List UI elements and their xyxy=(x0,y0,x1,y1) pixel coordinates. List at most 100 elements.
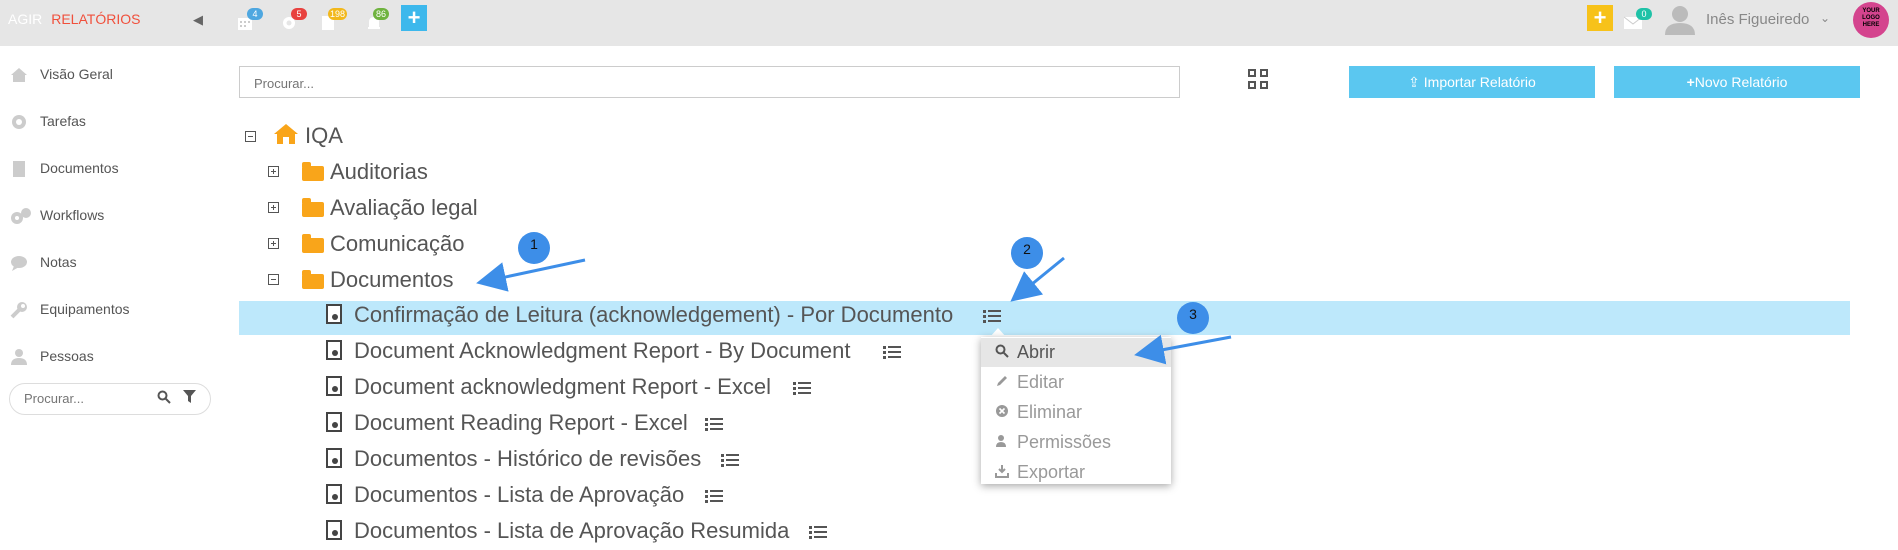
sidebar-search xyxy=(9,383,211,415)
options-icon[interactable] xyxy=(793,382,811,396)
brand: AGIR RELATÓRIOS xyxy=(8,11,140,27)
grid-view-icon[interactable] xyxy=(1248,69,1272,93)
report-label: Document Acknowledgment Report - By Docu… xyxy=(354,338,851,363)
step-marker-2: 2 xyxy=(1011,237,1043,269)
calendar-button[interactable]: 4 xyxy=(233,8,263,36)
plus-icon: + xyxy=(1593,5,1607,30)
report-icon xyxy=(326,520,342,540)
import-report-button[interactable]: ⇪ Importar Relatório xyxy=(1349,66,1595,98)
report-label: Document acknowledgment Report - Excel xyxy=(354,374,771,399)
tree-folder[interactable]: Auditorias xyxy=(268,158,668,188)
report-item[interactable]: Documentos - Lista de Aprovação Resumida xyxy=(326,518,1326,548)
notifications-badge: 86 xyxy=(373,8,389,20)
folder-label: Documentos xyxy=(330,267,454,292)
avatar[interactable] xyxy=(1663,5,1697,35)
sidebar-item-equipamentos[interactable]: Equipamentos xyxy=(10,299,210,323)
options-icon[interactable] xyxy=(721,454,739,468)
step-marker-1: 1 xyxy=(518,232,550,264)
sidebar-item-documentos[interactable]: Documentos xyxy=(10,158,210,182)
mail-badge: 0 xyxy=(1636,8,1652,20)
wrench-icon xyxy=(10,301,28,319)
expand-toggle[interactable] xyxy=(268,166,279,177)
gear-icon xyxy=(10,113,28,131)
home-icon xyxy=(273,122,299,151)
search-icon xyxy=(995,344,1009,361)
report-item[interactable]: Document Acknowledgment Report - By Docu… xyxy=(326,338,1326,368)
menu-item-eliminar[interactable]: Eliminar xyxy=(981,398,1171,427)
search-icon[interactable] xyxy=(157,390,171,407)
document-icon xyxy=(10,160,28,178)
report-item[interactable]: Documentos - Lista de Aprovação xyxy=(326,482,1326,512)
caret-left-icon[interactable]: ◀ xyxy=(193,12,203,28)
menu-item-editar[interactable]: Editar xyxy=(981,368,1171,397)
report-item-selected[interactable]: Confirmação de Leitura (acknowledgement)… xyxy=(326,302,1326,332)
users-icon xyxy=(995,434,1009,451)
options-icon[interactable] xyxy=(983,310,1001,324)
tree-folder[interactable]: Comunicação xyxy=(268,230,668,260)
report-item[interactable]: Document acknowledgment Report - Excel xyxy=(326,374,1326,404)
app-name[interactable]: AGIR xyxy=(8,11,42,27)
gears-icon xyxy=(10,207,31,225)
expand-toggle[interactable] xyxy=(268,202,279,213)
upload-icon: ⇪ xyxy=(1408,74,1420,90)
module-title[interactable]: RELATÓRIOS xyxy=(51,11,140,27)
sidebar-item-tarefas[interactable]: Tarefas xyxy=(10,111,210,135)
report-item[interactable]: Document Reading Report - Excel xyxy=(326,410,1326,440)
notifications-button[interactable]: 86 xyxy=(362,8,389,36)
report-label: Documentos - Histórico de revisões xyxy=(354,446,702,471)
mail-button[interactable]: 0 xyxy=(1620,8,1652,36)
sidebar-search-input[interactable] xyxy=(22,390,146,407)
sidebar-item-pessoas[interactable]: Pessoas xyxy=(10,346,210,370)
add-button[interactable]: + xyxy=(401,5,427,31)
step-marker-3: 3 xyxy=(1177,302,1209,334)
options-icon[interactable] xyxy=(883,346,901,360)
folder-label: Auditorias xyxy=(330,159,428,184)
new-report-button[interactable]: +Novo Relatório xyxy=(1614,66,1860,98)
options-icon[interactable] xyxy=(705,418,723,432)
chevron-down-icon[interactable]: ⌄ xyxy=(1820,11,1830,25)
report-icon xyxy=(326,484,342,504)
options-icon[interactable] xyxy=(705,490,723,504)
report-label: Document Reading Report - Excel xyxy=(354,410,688,435)
report-icon xyxy=(326,448,342,468)
sidebar-item-label: Equipamentos xyxy=(40,301,130,317)
plus-icon: + xyxy=(1686,74,1695,90)
report-icon xyxy=(326,376,342,396)
menu-caret xyxy=(990,328,1006,337)
download-icon xyxy=(995,464,1009,481)
menu-item-label: Abrir xyxy=(1017,342,1056,362)
sidebar-item-workflows[interactable]: Workflows xyxy=(10,205,210,229)
user-name[interactable]: Inês Figueiredo xyxy=(1706,11,1809,28)
plus-icon: + xyxy=(407,5,421,30)
report-item[interactable]: Documentos - Histórico de revisões xyxy=(326,446,1326,476)
top-bar: AGIR RELATÓRIOS ◀ 4 5 198 86 + + 0 Inês … xyxy=(0,0,1898,46)
context-menu: Abrir Editar Eliminar Permissões Exporta… xyxy=(981,337,1171,484)
documents-button[interactable]: 198 xyxy=(317,8,348,36)
menu-item-abrir[interactable]: Abrir xyxy=(981,338,1171,367)
close-circle-icon xyxy=(995,404,1009,421)
folder-icon xyxy=(302,234,324,253)
filter-icon[interactable] xyxy=(183,390,196,406)
report-search-input[interactable] xyxy=(252,75,1156,92)
expand-toggle[interactable] xyxy=(268,238,279,249)
tree-folder[interactable]: Documentos xyxy=(268,266,668,296)
comments-icon xyxy=(10,254,28,272)
menu-item-label: Exportar xyxy=(1017,462,1086,482)
quick-add-button[interactable]: + xyxy=(1587,5,1613,31)
tasks-badge: 5 xyxy=(291,8,307,20)
menu-item-permissoes[interactable]: Permissões xyxy=(981,428,1171,457)
collapse-toggle[interactable] xyxy=(268,274,279,285)
collapse-toggle[interactable] xyxy=(245,131,256,142)
report-label: Documentos - Lista de Aprovação Resumida xyxy=(354,518,790,543)
folder-icon xyxy=(302,270,324,289)
calendar-badge: 4 xyxy=(247,8,263,20)
sidebar-item-notas[interactable]: Notas xyxy=(10,252,210,276)
tree-root[interactable]: IQA xyxy=(245,122,645,152)
tree-folder[interactable]: Avaliação legal xyxy=(268,194,668,224)
sidebar-item-visao-geral[interactable]: Visão Geral xyxy=(10,64,210,88)
tasks-button[interactable]: 5 xyxy=(277,8,307,36)
pencil-icon xyxy=(995,374,1009,391)
options-icon[interactable] xyxy=(809,526,827,540)
menu-item-exportar[interactable]: Exportar xyxy=(981,458,1171,487)
menu-item-label: Eliminar xyxy=(1017,402,1083,422)
